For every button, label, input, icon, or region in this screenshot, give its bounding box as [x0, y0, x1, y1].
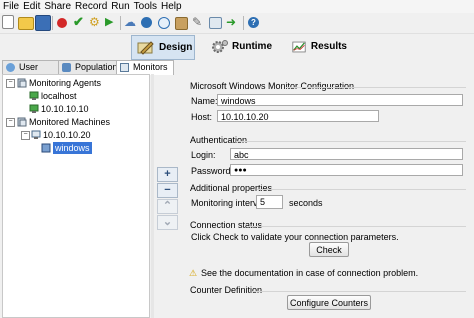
collapse-icon[interactable]: − [6, 79, 15, 88]
runtime-label: Runtime [232, 41, 272, 52]
menu-run[interactable]: Run [108, 0, 129, 13]
image-icon[interactable] [175, 17, 188, 30]
new-icon[interactable] [2, 15, 14, 29]
toolbar-separator [243, 16, 244, 30]
divider [257, 189, 466, 190]
password-label: Password: [191, 166, 234, 176]
menu-edit[interactable]: Edit [20, 0, 40, 13]
tab-label: Monitors [133, 62, 168, 72]
record-icon[interactable] [57, 18, 67, 28]
move-up-button[interactable]: ⌃ [157, 199, 178, 214]
results-label: Results [310, 41, 347, 52]
cloud-icon[interactable]: ☁ [124, 15, 138, 29]
divider [252, 291, 466, 292]
tab-bar: User Paths Populations Monitors [0, 60, 474, 85]
remove-button[interactable]: − [157, 183, 178, 198]
tree-node-agents[interactable]: Monitoring Agents [29, 77, 101, 89]
run-icon[interactable]: ⚙ [89, 15, 103, 29]
populations-icon [62, 63, 71, 72]
play-icon[interactable]: ▶ [105, 15, 119, 29]
divider [236, 141, 466, 142]
design-label: Design [159, 42, 193, 53]
counter-title: Counter Definition [190, 285, 263, 295]
configure-counters-button[interactable]: Configure Counters [287, 295, 371, 310]
monitor-icon[interactable] [209, 17, 222, 29]
agent-icon [29, 91, 39, 100]
check-icon[interactable]: ✔ [73, 15, 87, 29]
results-chart-icon [292, 41, 306, 52]
warning-text: See the documentation in case of connect… [201, 268, 419, 278]
warning-icon: ⚠ [189, 268, 198, 278]
add-button[interactable]: + [157, 167, 178, 182]
toolbar-separator [120, 16, 121, 30]
status-text: Click Check to validate your connection … [191, 232, 399, 242]
tab-user-paths[interactable]: User Paths [2, 60, 60, 85]
menu-help[interactable]: Help [158, 0, 182, 13]
splitter[interactable] [151, 74, 154, 318]
menu-bar: File Edit Share Record Run Tools Help [0, 0, 474, 13]
menu-file[interactable]: File [0, 0, 19, 13]
monitors-icon [120, 63, 129, 72]
menu-record[interactable]: Record [72, 0, 107, 13]
mode-bar: Design Runtime Results [0, 34, 474, 60]
target-icon[interactable] [158, 17, 170, 29]
tree-node-machine[interactable]: 10.10.10.20 [43, 129, 91, 141]
runtime-gear-icon [212, 39, 228, 53]
interval-input[interactable]: 5 [256, 195, 283, 209]
auth-title: Authentication [190, 135, 248, 145]
interval-unit: seconds [289, 198, 323, 208]
tree-node-monitor-selected[interactable]: windows [53, 142, 92, 154]
toolbar: ✔ ⚙ ▶ ☁ ✎ ➜ ? [0, 13, 474, 34]
collapse-icon[interactable]: − [6, 118, 15, 127]
host-label: Host: [191, 112, 213, 122]
props-title: Additional properties [190, 183, 273, 193]
tab-monitors[interactable]: Monitors [116, 60, 174, 75]
monitor-tree: − Monitoring Agents localhost 10.10.10.1… [2, 74, 150, 318]
login-label: Login: [191, 150, 216, 160]
collapse-icon[interactable]: − [21, 131, 30, 140]
machines-folder-icon [17, 117, 27, 127]
tree-node-agent[interactable]: 10.10.10.10 [41, 103, 89, 115]
divider [286, 87, 466, 88]
check-button[interactable]: Check [309, 242, 349, 257]
agents-folder-icon [17, 78, 27, 88]
design-icon [137, 40, 154, 55]
tree-node-machines[interactable]: Monitored Machines [29, 116, 110, 128]
move-down-button[interactable]: ⌄ [157, 215, 178, 230]
name-input[interactable]: windows [217, 94, 463, 106]
menu-share[interactable]: Share [41, 0, 71, 13]
results-mode-button[interactable]: Results [287, 35, 347, 58]
name-label: Name: [191, 96, 218, 106]
help-icon[interactable]: ? [248, 17, 259, 28]
tree-node-agent[interactable]: localhost [41, 90, 77, 102]
tab-label: Populations [75, 62, 123, 72]
save-icon[interactable] [35, 15, 51, 31]
machine-icon [31, 130, 41, 139]
tab-populations[interactable]: Populations [58, 60, 122, 74]
runtime-mode-button[interactable]: Runtime [205, 35, 275, 58]
user-paths-icon [6, 63, 15, 72]
agent-icon [29, 104, 39, 113]
windows-monitor-icon [41, 143, 51, 153]
wand-icon[interactable]: ✎ [192, 15, 206, 29]
password-input[interactable]: ●●● [230, 164, 463, 176]
open-icon[interactable] [18, 17, 34, 30]
config-title: Microsoft Windows Monitor Configuration [190, 81, 355, 91]
status-title: Connection status [190, 220, 263, 230]
menu-tools[interactable]: Tools [131, 0, 157, 13]
host-input[interactable]: 10.10.10.20 [217, 110, 379, 122]
divider [248, 226, 466, 227]
import-icon[interactable]: ➜ [226, 15, 240, 29]
browser-icon[interactable] [141, 17, 152, 28]
toolbar-separator [52, 16, 53, 30]
design-mode-button[interactable]: Design [131, 35, 195, 60]
login-input[interactable]: abc [230, 148, 463, 160]
